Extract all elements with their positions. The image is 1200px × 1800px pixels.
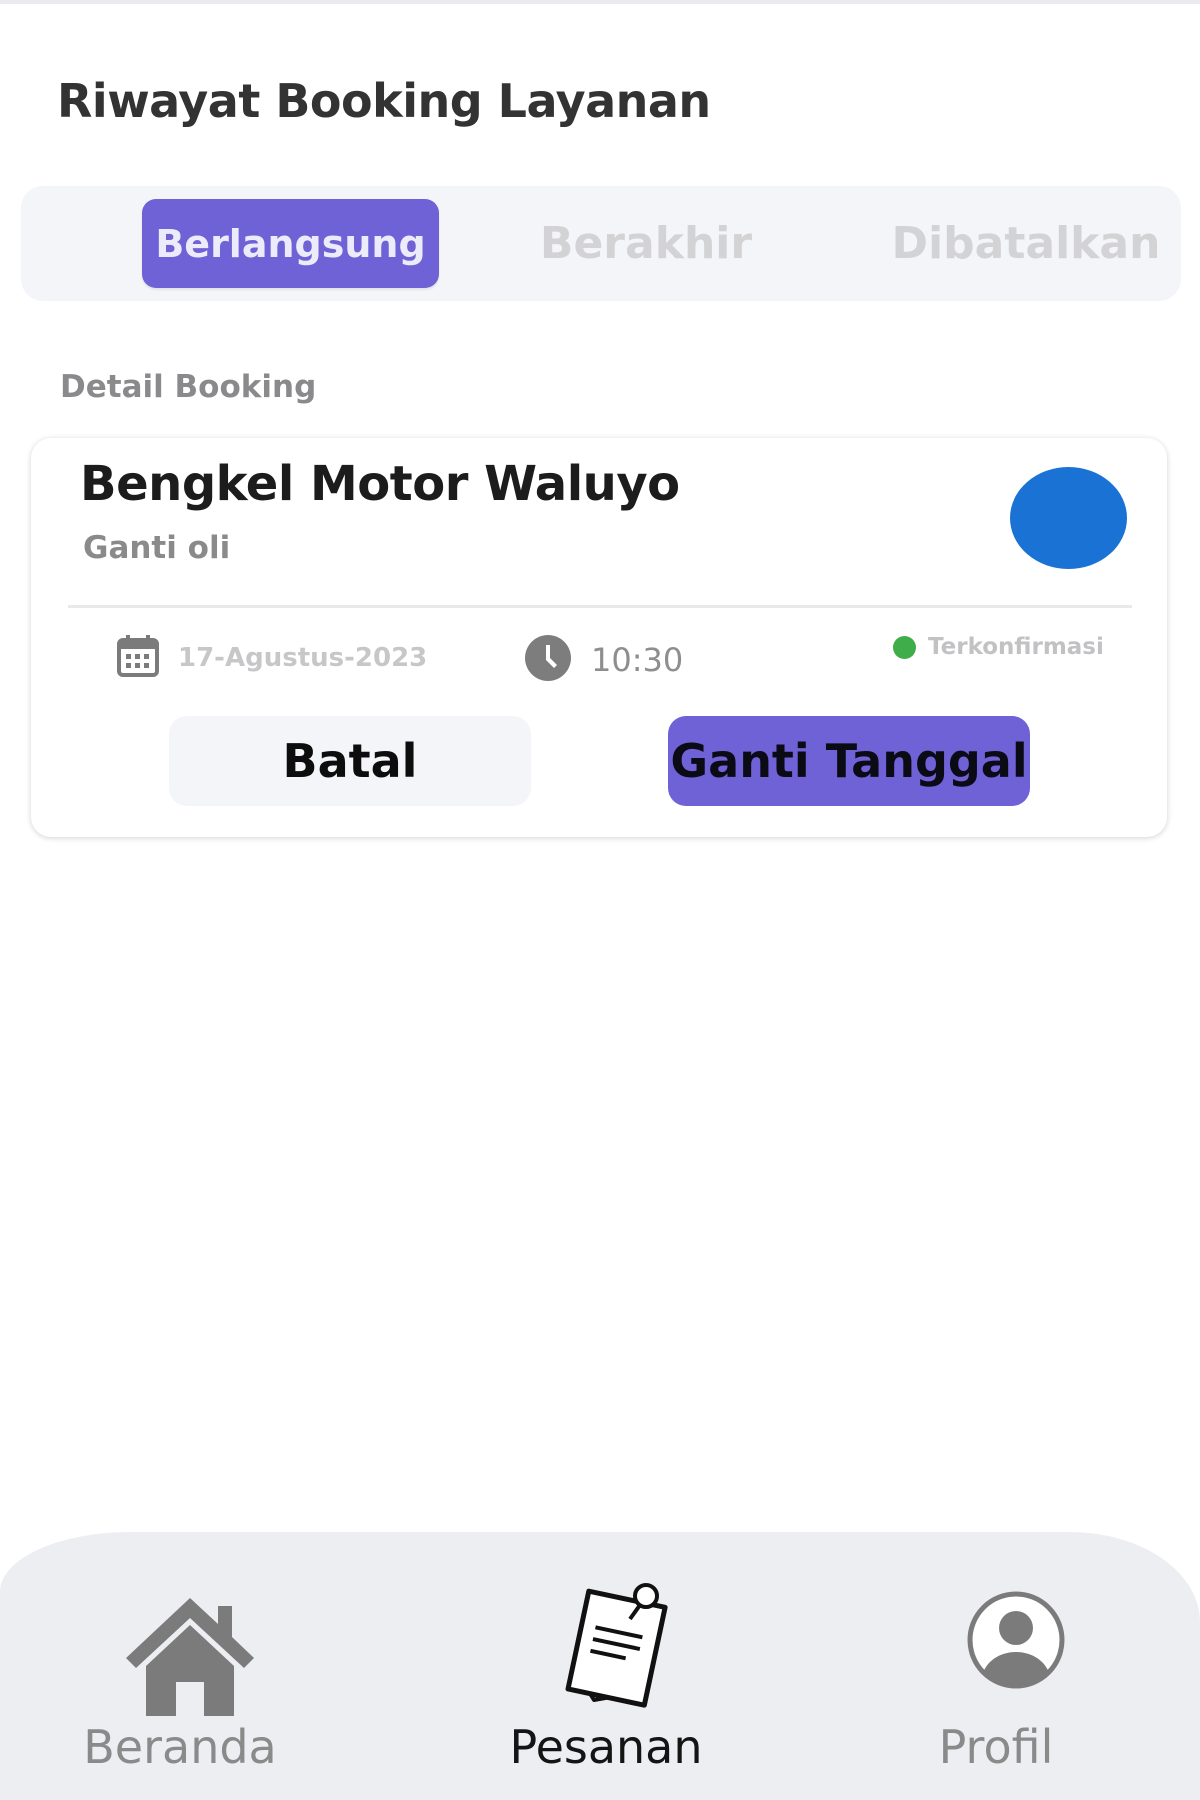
tab-berlangsung[interactable]: Berlangsung [142, 199, 439, 288]
booking-time: 10:30 [524, 634, 683, 686]
nav-label-beranda: Beranda [83, 1720, 277, 1774]
bottom-nav: Beranda Pesanan Profil [0, 1532, 1200, 1800]
date-text: 17-Agustus-2023 [178, 643, 428, 673]
calendar-icon [116, 634, 160, 682]
nav-item-pesanan[interactable]: Pesanan [466, 1532, 766, 1800]
shop-avatar [1010, 467, 1127, 569]
section-label: Detail Booking [60, 369, 317, 405]
profile-icon [966, 1590, 1066, 1694]
tab-dibatalkan[interactable]: Dibatalkan [876, 199, 1176, 288]
orders-icon [556, 1576, 676, 1720]
status-text: Terkonfirmasi [928, 634, 1104, 660]
top-divider [0, 0, 1200, 4]
cancel-button[interactable]: Batal [169, 716, 531, 806]
service-name: Ganti oli [83, 530, 231, 566]
booking-card: Bengkel Motor Waluyo Ganti oli 17-Agustu… [31, 438, 1167, 837]
tabs-bar: Berlangsung Berakhir Dibatalkan [21, 186, 1181, 301]
booking-status: Terkonfirmasi [893, 634, 1104, 660]
nav-label-pesanan: Pesanan [509, 1720, 703, 1774]
status-dot-icon [893, 635, 916, 659]
shop-name: Bengkel Motor Waluyo [80, 456, 680, 512]
nav-label-profil: Profil [938, 1720, 1054, 1774]
clock-icon [524, 634, 572, 686]
card-divider [68, 605, 1132, 608]
tab-berakhir[interactable]: Berakhir [521, 199, 771, 288]
nav-item-profil[interactable]: Profil [866, 1532, 1166, 1800]
home-icon [120, 1592, 260, 1726]
booking-date: 17-Agustus-2023 [116, 634, 427, 682]
reschedule-button[interactable]: Ganti Tanggal [668, 716, 1030, 806]
time-text: 10:30 [591, 641, 684, 679]
page-title: Riwayat Booking Layanan [57, 74, 711, 128]
nav-item-beranda[interactable]: Beranda [40, 1532, 340, 1800]
